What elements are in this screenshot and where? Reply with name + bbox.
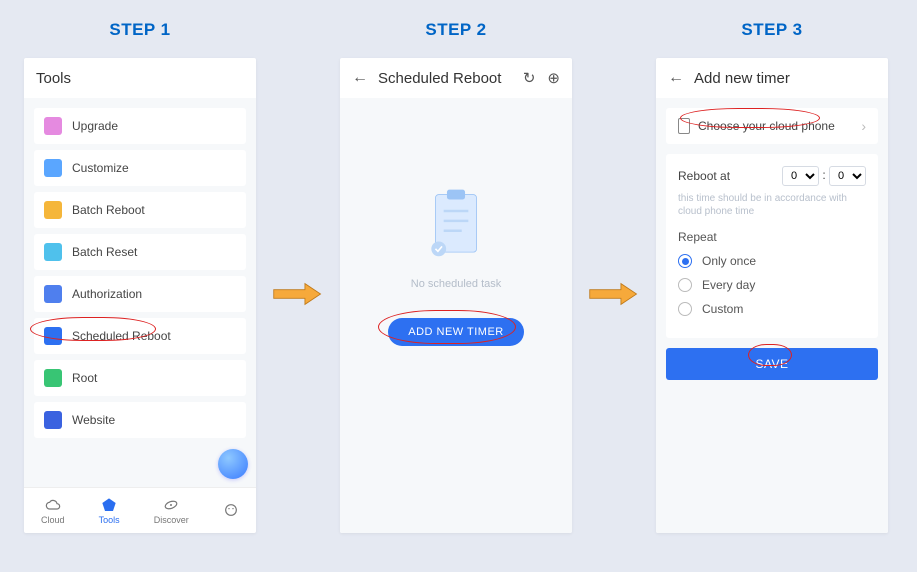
mascot-icon[interactable] — [218, 449, 248, 479]
chevron-right-icon: › — [861, 118, 866, 134]
minute-select[interactable]: 0 — [829, 166, 866, 186]
tool-icon — [44, 117, 62, 135]
nav-discover-label: Discover — [154, 515, 189, 525]
reboot-card: Reboot at 0 : 0 this time should be in a… — [666, 154, 878, 338]
radio-icon — [678, 278, 692, 292]
screen-scheduled-reboot: ← Scheduled Reboot ↻ ⊕ — [340, 58, 572, 533]
reboot-at-label: Reboot at — [678, 169, 730, 183]
tool-icon — [44, 411, 62, 429]
nav-tools[interactable]: Tools — [99, 497, 120, 525]
add-icon[interactable]: ⊕ — [547, 69, 560, 87]
save-button[interactable]: SAVE — [666, 348, 878, 380]
choose-cloud-phone-row[interactable]: Choose your cloud phone › — [666, 108, 878, 144]
nav-more[interactable] — [223, 502, 239, 520]
repeat-once-label: Only once — [702, 254, 756, 268]
tool-label: Batch Reset — [72, 245, 137, 259]
tools-icon — [101, 497, 117, 513]
tool-item-scheduled-reboot[interactable]: Scheduled Reboot — [34, 318, 246, 354]
repeat-label: Repeat — [678, 230, 866, 244]
choose-label: Choose your cloud phone — [698, 119, 835, 133]
time-hint: this time should be in accordance with c… — [678, 192, 866, 218]
scheduled-title: Scheduled Reboot — [378, 70, 501, 87]
step1-label: STEP 1 — [109, 20, 170, 40]
tool-item-customize[interactable]: Customize — [34, 150, 246, 186]
back-button-3[interactable]: ← — [668, 69, 684, 87]
tool-label: Website — [72, 413, 115, 427]
tool-icon — [44, 327, 62, 345]
phone-icon — [678, 118, 690, 134]
add-new-timer-button[interactable]: ADD NEW TIMER — [388, 318, 524, 346]
nav-discover[interactable]: Discover — [154, 497, 189, 525]
tool-item-batch-reset[interactable]: Batch Reset — [34, 234, 246, 270]
tool-label: Customize — [72, 161, 129, 175]
screen-add-timer: ← Add new timer Choose your cloud phone … — [656, 58, 888, 533]
tool-label: Upgrade — [72, 119, 118, 133]
cloud-icon — [45, 497, 61, 513]
discover-icon — [163, 497, 179, 513]
nav-cloud[interactable]: Cloud — [41, 497, 65, 525]
time-separator: : — [822, 168, 825, 182]
repeat-custom-label: Custom — [702, 302, 743, 316]
empty-state-text: No scheduled task — [411, 278, 502, 290]
tool-icon — [44, 201, 62, 219]
bottom-nav: Cloud Tools Discover — [24, 487, 256, 533]
tool-label: Scheduled Reboot — [72, 329, 171, 343]
tool-label: Batch Reboot — [72, 203, 145, 217]
add-timer-title: Add new timer — [694, 70, 790, 87]
hour-select[interactable]: 0 — [782, 166, 819, 186]
tool-icon — [44, 159, 62, 177]
arrow-1 — [272, 56, 324, 531]
more-icon — [223, 502, 239, 518]
radio-icon — [678, 254, 692, 268]
tool-item-upgrade[interactable]: Upgrade — [34, 108, 246, 144]
radio-icon — [678, 302, 692, 316]
step3-label: STEP 3 — [741, 20, 802, 40]
back-button[interactable]: ← — [352, 69, 368, 87]
tool-item-batch-reboot[interactable]: Batch Reboot — [34, 192, 246, 228]
tool-label: Authorization — [72, 287, 142, 301]
repeat-once[interactable]: Only once — [678, 254, 866, 268]
refresh-icon[interactable]: ↻ — [523, 69, 536, 87]
tool-icon — [44, 369, 62, 387]
step2-label: STEP 2 — [425, 20, 486, 40]
repeat-daily-label: Every day — [702, 278, 755, 292]
tool-item-root[interactable]: Root — [34, 360, 246, 396]
repeat-daily[interactable]: Every day — [678, 278, 866, 292]
nav-tools-label: Tools — [99, 515, 120, 525]
nav-cloud-label: Cloud — [41, 515, 65, 525]
repeat-custom[interactable]: Custom — [678, 302, 866, 316]
tool-icon — [44, 243, 62, 261]
tool-item-authorization[interactable]: Authorization — [34, 276, 246, 312]
arrow-2 — [588, 56, 640, 531]
screen-tools: Tools Upgrade Customize Batch Reboot Batch … — [24, 58, 256, 533]
tool-item-website[interactable]: Website — [34, 402, 246, 438]
clipboard-icon — [426, 188, 486, 262]
tool-icon — [44, 285, 62, 303]
tools-title: Tools — [36, 70, 71, 87]
tool-label: Root — [72, 371, 97, 385]
